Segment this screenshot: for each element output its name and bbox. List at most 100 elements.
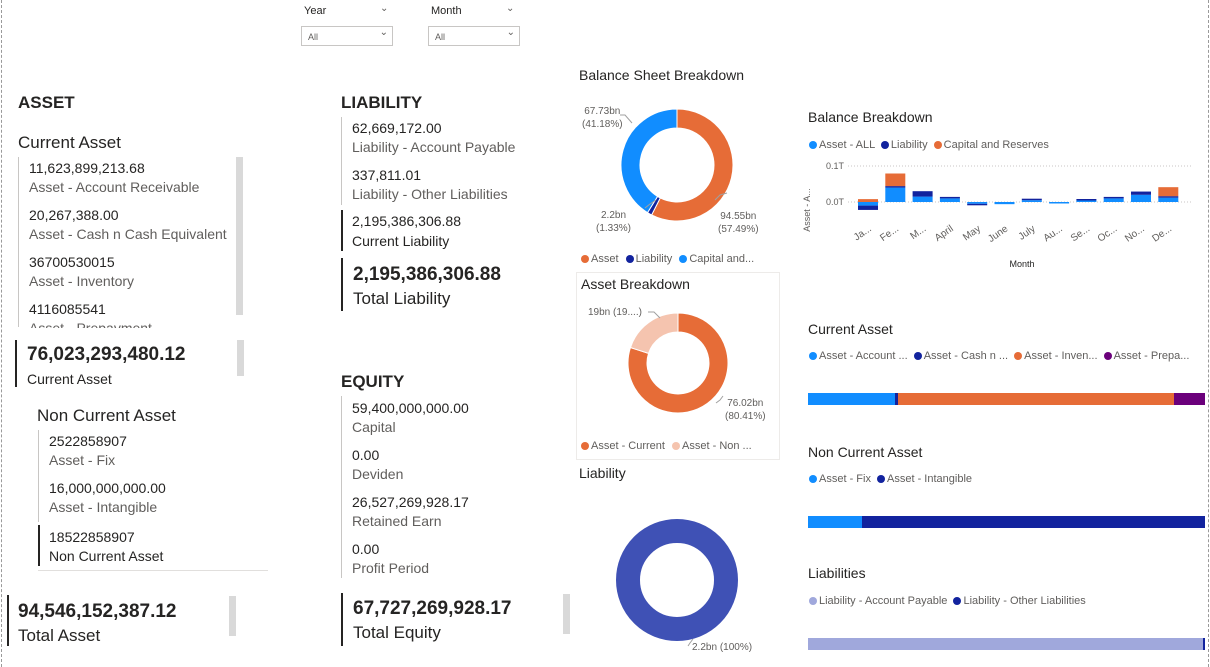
x-tick-label: Fe... xyxy=(878,223,901,243)
liability-chart-title: Liability xyxy=(579,465,626,481)
month-slicer-dropdown[interactable]: All ⌄ xyxy=(428,26,520,46)
non-current-asset-chart-title: Non Current Asset xyxy=(808,444,923,460)
chart-bar[interactable] xyxy=(912,191,933,197)
current-asset-chart-title: Current Asset xyxy=(808,321,893,337)
kpi-accent-bar xyxy=(341,258,343,311)
chart-bar[interactable] xyxy=(1076,200,1097,203)
scrollbar[interactable] xyxy=(237,340,244,376)
stacked-bar-segment[interactable] xyxy=(862,516,1205,528)
stacked-bar-segment[interactable] xyxy=(1174,393,1205,405)
balance-sheet-breakdown-title: Balance Sheet Breakdown xyxy=(579,67,744,83)
item-value: 36700530015 xyxy=(29,254,115,270)
chart-bar[interactable] xyxy=(885,186,906,188)
leader-line xyxy=(715,395,724,404)
chevron-down-icon: ⌄ xyxy=(379,27,388,38)
current-asset-heading: Current Asset xyxy=(18,133,121,152)
legend-item: Liability - Other Liabilities xyxy=(953,595,1086,607)
equity-heading: EQUITY xyxy=(341,372,405,391)
chart-bar[interactable] xyxy=(994,202,1015,205)
x-tick-label: No... xyxy=(1123,223,1147,244)
chevron-down-icon[interactable]: ⌄ xyxy=(506,3,514,14)
item-label: Asset - Fix xyxy=(49,452,116,468)
balance-breakdown-chart[interactable]: Asset - A... 0.1T 0.0T Ja... Fe... M... Apr… xyxy=(800,155,1200,275)
current-asset-stacked-bar[interactable] xyxy=(808,393,1205,405)
divider xyxy=(341,396,342,578)
chart-bar[interactable] xyxy=(885,173,906,187)
stacked-bar-segment[interactable] xyxy=(808,638,1203,650)
non-current-asset-stacked-bar[interactable] xyxy=(808,516,1205,528)
kpi-accent-bar xyxy=(15,340,17,387)
year-slicer-dropdown[interactable]: All ⌄ xyxy=(301,26,393,46)
donut-slice[interactable] xyxy=(620,108,678,214)
current-asset-total-value: 76,023,293,480.12 xyxy=(27,344,186,365)
item-label: Liability - Other Liabilities xyxy=(352,186,508,202)
list-item: 0.00 Deviden xyxy=(352,447,469,494)
scrollbar[interactable] xyxy=(229,596,236,636)
legend-item: Capital and Reserves xyxy=(933,139,1049,151)
liability-donut[interactable] xyxy=(600,505,770,655)
data-label: 76.02bn (80.41%) xyxy=(725,398,766,422)
stacked-bar-segment[interactable] xyxy=(897,393,1174,405)
chart-legend[interactable]: Asset - ALL Liability Capital and Reserv… xyxy=(809,139,1049,151)
chart-bar[interactable] xyxy=(1103,198,1124,202)
chart-legend[interactable]: Asset Liability Capital and... xyxy=(581,253,754,265)
divider xyxy=(38,570,268,571)
chart-bar[interactable] xyxy=(912,196,933,202)
chart-bar[interactable] xyxy=(1158,196,1179,198)
chart-bar[interactable] xyxy=(1049,202,1070,204)
scrollbar[interactable] xyxy=(236,157,243,315)
kpi-accent-bar xyxy=(7,595,9,646)
stacked-bar-segment[interactable] xyxy=(1202,638,1205,650)
chart-bar[interactable] xyxy=(1021,200,1042,202)
chart-bar[interactable] xyxy=(939,198,960,202)
chart-legend[interactable]: Asset - Current Asset - Non ... xyxy=(581,440,776,452)
y-axis-title: Asset - A... xyxy=(802,188,812,232)
chevron-down-icon: ⌄ xyxy=(506,27,515,38)
donut-slice[interactable] xyxy=(616,519,738,641)
chart-bar[interactable] xyxy=(967,203,988,206)
item-label: Deviden xyxy=(352,466,404,482)
x-tick-label: May xyxy=(961,223,983,243)
year-slicer-value: All xyxy=(308,32,319,42)
stacked-bar-segment[interactable] xyxy=(808,393,896,405)
total-equity-label: Total Equity xyxy=(353,623,441,642)
x-tick-label: De... xyxy=(1150,223,1174,244)
chart-bar[interactable] xyxy=(967,202,988,204)
x-tick-label: July xyxy=(1017,223,1038,242)
list-item: 36700530015 Asset - Inventory xyxy=(29,254,239,301)
year-slicer-label: Year xyxy=(304,5,327,17)
liabilities-stacked-bar[interactable] xyxy=(808,638,1205,650)
legend-item: Asset - Prepa... xyxy=(1103,350,1189,362)
chart-bar[interactable] xyxy=(939,196,960,199)
current-asset-list[interactable]: 11,623,899,213.68 Asset - Account Receiv… xyxy=(29,160,239,328)
chart-bar[interactable] xyxy=(885,187,906,202)
chart-legend[interactable]: Asset - Fix Asset - Intangible xyxy=(809,473,972,485)
data-label: 19bn (19....) xyxy=(588,307,642,318)
stacked-bar-segment[interactable] xyxy=(808,516,863,528)
month-slicer-label: Month xyxy=(431,5,462,17)
chart-legend[interactable]: Asset - Account ... Asset - Cash n ... A… xyxy=(809,350,1189,362)
x-axis-title: Month xyxy=(1009,259,1034,269)
x-tick-label: Ja... xyxy=(852,223,874,243)
chart-bar[interactable] xyxy=(1076,199,1097,201)
chart-bar[interactable] xyxy=(858,205,878,210)
total-asset-label: Total Asset xyxy=(18,626,101,645)
legend-item: Asset - Current xyxy=(581,440,665,452)
chart-bar[interactable] xyxy=(1131,191,1151,195)
chart-bar[interactable] xyxy=(1021,198,1042,201)
list-item: 4116085541 Asset - Prepayment xyxy=(29,301,239,328)
x-tick-label: Se... xyxy=(1069,223,1092,244)
legend-item: Asset - Account ... xyxy=(809,350,908,362)
total-asset-value: 94,546,152,387.12 xyxy=(18,601,177,622)
chevron-down-icon[interactable]: ⌄ xyxy=(380,3,388,14)
chart-bar[interactable] xyxy=(1103,196,1124,199)
chart-legend[interactable]: Liability - Account Payable Liability - … xyxy=(809,595,1086,607)
scrollbar[interactable] xyxy=(563,594,570,634)
chart-bar[interactable] xyxy=(1131,194,1151,202)
donut-slice[interactable] xyxy=(629,312,679,355)
chart-bar[interactable] xyxy=(1158,187,1179,197)
chart-bar[interactable] xyxy=(858,199,878,202)
divider xyxy=(38,430,39,522)
chart-bar[interactable] xyxy=(858,202,878,206)
chart-bar[interactable] xyxy=(1158,197,1179,202)
